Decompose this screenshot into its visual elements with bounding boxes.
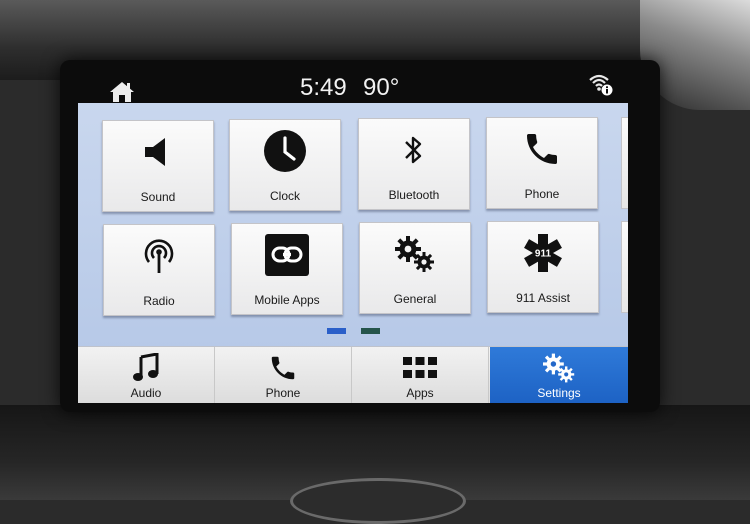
link-icon: [265, 234, 309, 276]
phone-icon: [527, 134, 557, 164]
gears-icon: [543, 353, 575, 383]
clock-icon: [264, 130, 306, 172]
page-dot-active[interactable]: [327, 328, 346, 334]
nav-label: Audio: [130, 386, 162, 400]
settings-screen: Sound Clock Bluetooth Phone Radio Mobile…: [78, 103, 628, 403]
app-grid-icon: [403, 357, 437, 378]
tile-label: Mobile Apps: [254, 293, 320, 307]
tile-clock[interactable]: Clock: [229, 119, 341, 211]
tile-bluetooth[interactable]: Bluetooth: [358, 118, 470, 210]
tile-label: Phone: [524, 187, 560, 201]
nav-label: Settings: [537, 386, 581, 400]
tile-911-assist[interactable]: 911 911 Assist: [487, 221, 599, 313]
next-page-tile-peek: [621, 117, 628, 209]
home-icon[interactable]: [108, 80, 136, 104]
star-of-life-icon: 911: [524, 234, 562, 272]
speaker-icon: [145, 138, 165, 166]
tile-label: Clock: [269, 189, 300, 203]
clock-time: 5:49: [300, 74, 347, 101]
outside-temperature: 90°: [363, 74, 400, 101]
bottom-nav: Audio Phone Apps Settings: [78, 346, 628, 403]
tile-label: General: [393, 292, 437, 306]
tile-mobile-apps[interactable]: Mobile Apps: [231, 223, 343, 315]
tile-label: Radio: [143, 294, 175, 308]
bluetooth-icon: [405, 136, 422, 164]
nav-apps[interactable]: Apps: [352, 347, 489, 403]
tile-label: Sound: [140, 190, 176, 204]
911-badge: 911: [535, 249, 552, 260]
tile-label: 911 Assist: [516, 291, 570, 305]
nav-settings[interactable]: Settings: [490, 347, 628, 403]
tile-label: Bluetooth: [388, 188, 440, 202]
nav-phone[interactable]: Phone: [215, 347, 352, 403]
nav-label: Phone: [265, 386, 301, 400]
dashboard-vent: [290, 478, 466, 524]
music-note-icon: [133, 353, 159, 381]
tile-radio[interactable]: Radio: [103, 224, 215, 316]
radio-antenna-icon: [144, 239, 174, 273]
nav-label: Apps: [406, 386, 434, 400]
tile-general[interactable]: General: [359, 222, 471, 314]
tile-sound[interactable]: Sound: [102, 120, 214, 212]
gears-icon: [395, 236, 434, 272]
nav-audio[interactable]: Audio: [78, 347, 215, 403]
tile-phone[interactable]: Phone: [486, 117, 598, 209]
next-page-tile-peek: [621, 221, 628, 313]
phone-icon: [271, 356, 295, 380]
page-dot-inactive[interactable]: [361, 328, 380, 334]
wifi-info-icon[interactable]: [588, 72, 614, 96]
